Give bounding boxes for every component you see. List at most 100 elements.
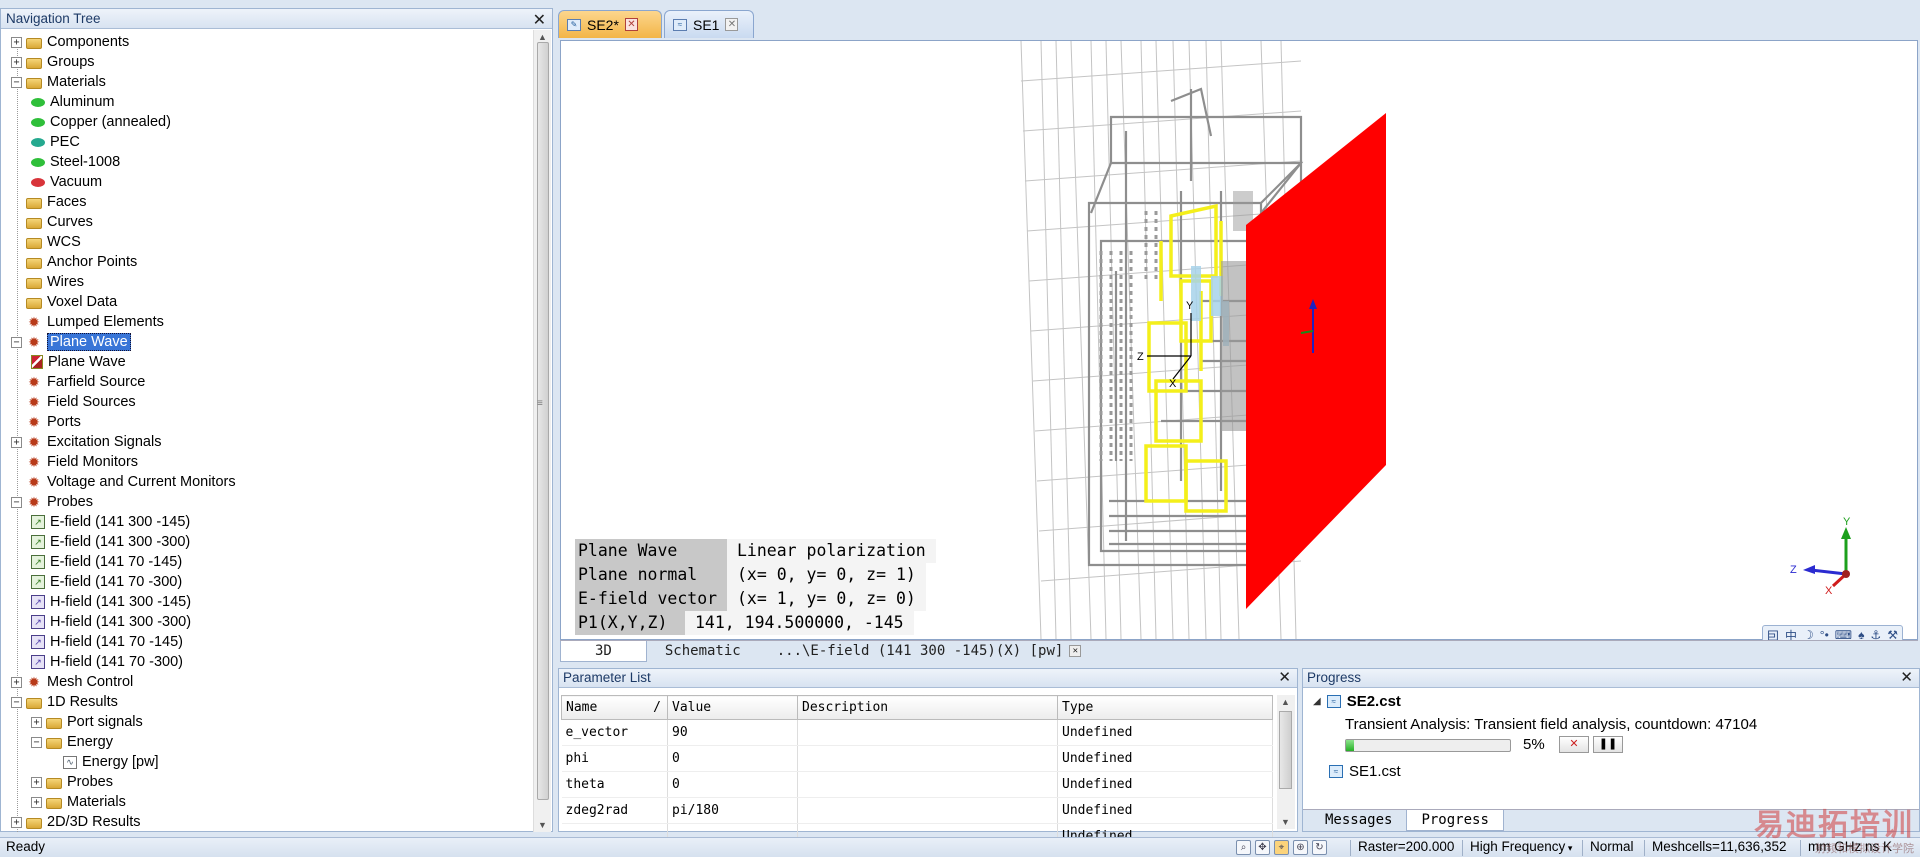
job-se1[interactable]: ≈ SE1.cst <box>1329 763 1401 780</box>
tree-item[interactable]: Curves <box>11 212 93 232</box>
cell-description[interactable] <box>797 745 1058 772</box>
cell-value[interactable]: 0 <box>667 771 798 798</box>
tree-item[interactable]: ∿ Energy [pw] <box>63 752 159 772</box>
tree-item[interactable]: Aluminum <box>31 92 114 112</box>
scroll-down-icon[interactable]: ▼ <box>1281 817 1290 827</box>
table-row[interactable]: theta 0 Undefined <box>561 771 1273 798</box>
cell-description[interactable] <box>797 719 1058 746</box>
parameter-scrollbar[interactable]: ▲ ▼ <box>1277 695 1295 829</box>
status-frequency[interactable]: High Frequency ▾ <box>1470 839 1572 854</box>
rotate-icon[interactable]: ↻ <box>1312 840 1327 855</box>
expand-icon[interactable]: + <box>11 56 22 68</box>
cell-value[interactable]: 90 <box>667 719 798 746</box>
tree-item[interactable]: ↗ E-field (141 300 -300) <box>31 532 190 552</box>
tree-item[interactable]: ↗ E-field (141 300 -145) <box>31 512 190 532</box>
scroll-up-icon[interactable]: ▲ <box>1281 697 1290 707</box>
collapse-icon[interactable]: − <box>11 76 22 88</box>
tree-item[interactable]: + ✹ Excitation Signals <box>11 432 161 452</box>
tree-item[interactable]: + ✹ Mesh Control <box>11 672 133 692</box>
tree-item[interactable]: + Materials <box>31 792 126 812</box>
close-icon[interactable]: ✕ <box>1278 669 1291 687</box>
tree-item[interactable]: ↗ E-field (141 70 -145) <box>31 552 182 572</box>
close-icon[interactable]: ✕ <box>533 10 546 30</box>
tree-item[interactable]: ✹ Lumped Elements <box>11 312 164 332</box>
tree-item[interactable]: WCS <box>11 232 81 252</box>
tree-item[interactable]: ↗ E-field (141 70 -300) <box>31 572 182 592</box>
tree-item[interactable]: + Components <box>11 32 129 52</box>
tab-schematic[interactable]: Schematic <box>647 641 759 662</box>
tree-item[interactable]: ↗ H-field (141 70 -145) <box>31 632 183 652</box>
pan-icon[interactable]: ✥ <box>1255 840 1270 855</box>
tree-item[interactable]: ↗ H-field (141 70 -300) <box>31 652 183 672</box>
tab-e-field-result[interactable]: ...\E-field (141 300 -145)(X) [pw] ✕ <box>759 641 1100 662</box>
expand-icon[interactable]: + <box>31 796 42 808</box>
table-row[interactable]: phi 0 Undefined <box>561 745 1273 772</box>
tree-item[interactable]: Voxel Data <box>11 292 117 312</box>
tab-progress[interactable]: Progress <box>1406 810 1504 831</box>
tree-item[interactable]: Anchor Points <box>11 252 137 272</box>
column-header-type[interactable]: Type <box>1057 695 1273 720</box>
cell-description[interactable] <box>797 797 1058 824</box>
scroll-down-icon[interactable]: ▼ <box>538 820 547 830</box>
tree-item[interactable]: − 1D Results <box>11 692 118 712</box>
collapse-icon[interactable]: ◢ <box>1313 696 1321 707</box>
cell-name[interactable]: zdeg2rad <box>561 797 668 824</box>
cell-name[interactable]: theta <box>561 771 668 798</box>
collapse-icon[interactable]: − <box>11 496 22 508</box>
job-se2[interactable]: ◢ ≈ SE2.cst <box>1313 693 1401 710</box>
table-row[interactable]: e_vector 90 Undefined <box>561 719 1273 746</box>
tree-item[interactable]: ✹ Voltage and Current Monitors <box>11 472 235 492</box>
tree-item[interactable]: − ✹ Probes <box>11 492 93 512</box>
close-icon[interactable]: ✕ <box>1900 669 1913 687</box>
tab-se1[interactable]: ≈ SE1 ✕ <box>664 10 754 38</box>
cell-type[interactable]: Undefined <box>1057 719 1273 746</box>
tab-se2[interactable]: ✎ SE2* ✕ <box>558 10 662 38</box>
cell-name[interactable]: phi <box>561 745 668 772</box>
tab-messages[interactable]: Messages <box>1311 810 1406 831</box>
tree-item[interactable]: ✹ Ports <box>11 412 81 432</box>
tree-item[interactable]: ✹ Field Monitors <box>11 452 138 472</box>
abort-button[interactable]: ✕ <box>1559 736 1589 753</box>
table-row[interactable]: zdeg2rad pi/180 Undefined <box>561 797 1273 824</box>
cell-type[interactable]: Undefined <box>1057 797 1273 824</box>
scroll-thumb[interactable] <box>537 42 549 800</box>
expand-icon[interactable]: + <box>11 676 22 688</box>
select-icon[interactable]: ⌖ <box>1274 840 1289 855</box>
tree-item[interactable]: ↗ H-field (141 300 -145) <box>31 592 191 612</box>
expand-icon[interactable]: + <box>31 716 42 728</box>
tree-item[interactable]: − ✹ Plane Wave <box>11 332 131 352</box>
collapse-icon[interactable]: − <box>11 696 22 708</box>
zoom-fit-icon[interactable]: ⊕ <box>1293 840 1308 855</box>
collapse-icon[interactable]: − <box>31 736 42 748</box>
scroll-up-icon[interactable]: ▲ <box>538 32 547 42</box>
tree-item[interactable]: +2D/3D Results <box>11 812 140 832</box>
cell-value[interactable]: pi/180 <box>667 797 798 824</box>
tree-item[interactable]: PEC <box>31 132 80 152</box>
3d-view[interactable]: Z Y X Y Z X Plane Wave Linear polarizati… <box>560 40 1918 645</box>
tree-item[interactable]: − Energy <box>31 732 113 752</box>
column-header-description[interactable]: Description <box>797 695 1058 720</box>
tree-item[interactable]: + Port signals <box>31 712 143 732</box>
close-tab-icon[interactable]: ✕ <box>1069 645 1082 657</box>
cell-value[interactable]: 0 <box>667 745 798 772</box>
expand-icon[interactable]: + <box>11 36 22 48</box>
tree-item[interactable]: Plane Wave <box>31 352 126 372</box>
column-header-value[interactable]: Value <box>667 695 798 720</box>
tab-3d[interactable]: 3D <box>560 641 647 662</box>
tree-item[interactable]: ↗ H-field (141 300 -300) <box>31 612 191 632</box>
tree-item[interactable]: Vacuum <box>31 172 102 192</box>
zoom-icon[interactable]: ⌕ <box>1236 840 1251 855</box>
tree-item[interactable]: + Groups <box>11 52 95 72</box>
cell-name[interactable]: e_vector <box>561 719 668 746</box>
expand-icon[interactable]: + <box>11 436 22 448</box>
close-tab-icon[interactable]: ✕ <box>725 18 739 31</box>
tree-item[interactable]: ✹ Farfield Source <box>11 372 145 392</box>
collapse-icon[interactable]: − <box>11 336 22 348</box>
tree-item[interactable]: Copper (annealed) <box>31 112 171 132</box>
tree-item[interactable]: + Probes <box>31 772 113 792</box>
cell-description[interactable] <box>797 771 1058 798</box>
expand-icon[interactable]: + <box>31 776 42 788</box>
tree-scrollbar[interactable]: ▲ ≡ ▼ <box>533 30 551 832</box>
scroll-thumb[interactable] <box>1279 711 1292 789</box>
cell-type[interactable]: Undefined <box>1057 745 1273 772</box>
